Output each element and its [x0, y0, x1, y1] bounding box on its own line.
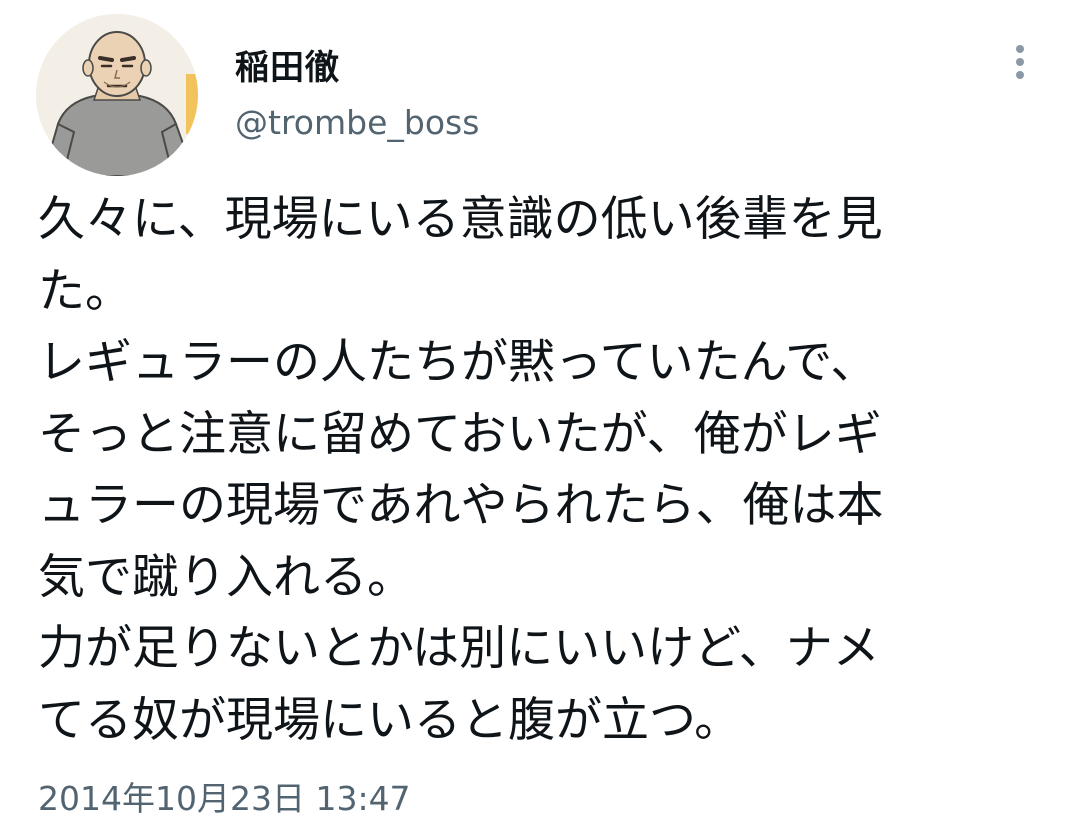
tweet-timestamp[interactable]: 2014年10月23日 13:47	[38, 772, 411, 820]
tweet-text-line: 力が足りないとかは別にいいけど、ナメ	[38, 621, 880, 676]
more-vertical-icon	[1016, 45, 1024, 79]
tweet-text-line: そっと注意に留めておいたが、俺がレギ	[38, 406, 882, 462]
tweet: 稲田徹 @trombe_boss 久々に、現場にいる意識の低い後輩を見 た。 レ…	[0, 0, 1080, 827]
author-display-name[interactable]: 稲田徹	[235, 40, 340, 89]
author-avatar[interactable]	[36, 14, 198, 176]
tweet-text-line: た。	[38, 263, 132, 319]
avatar-illustration	[36, 14, 198, 176]
more-options-button[interactable]	[1000, 38, 1040, 86]
tweet-text: 久々に、現場にいる意識の低い後輩を見 た。 レギュラーの人たちが黙っていたんで、…	[38, 184, 1048, 756]
tweet-text-line: レギュラーの人たちが黙っていたんで、	[38, 335, 878, 390]
author-handle[interactable]: @trombe_boss	[235, 103, 479, 142]
tweet-text-line: てる奴が現場にいると腹が立つ。	[38, 692, 742, 748]
tweet-text-line: 久々に、現場にいる意識の低い後輩を見	[38, 192, 883, 247]
tweet-text-line: 気で蹴り入れる。	[38, 549, 414, 605]
tweet-text-line: ュラーの現場であれやられたら、俺は本	[38, 478, 884, 533]
